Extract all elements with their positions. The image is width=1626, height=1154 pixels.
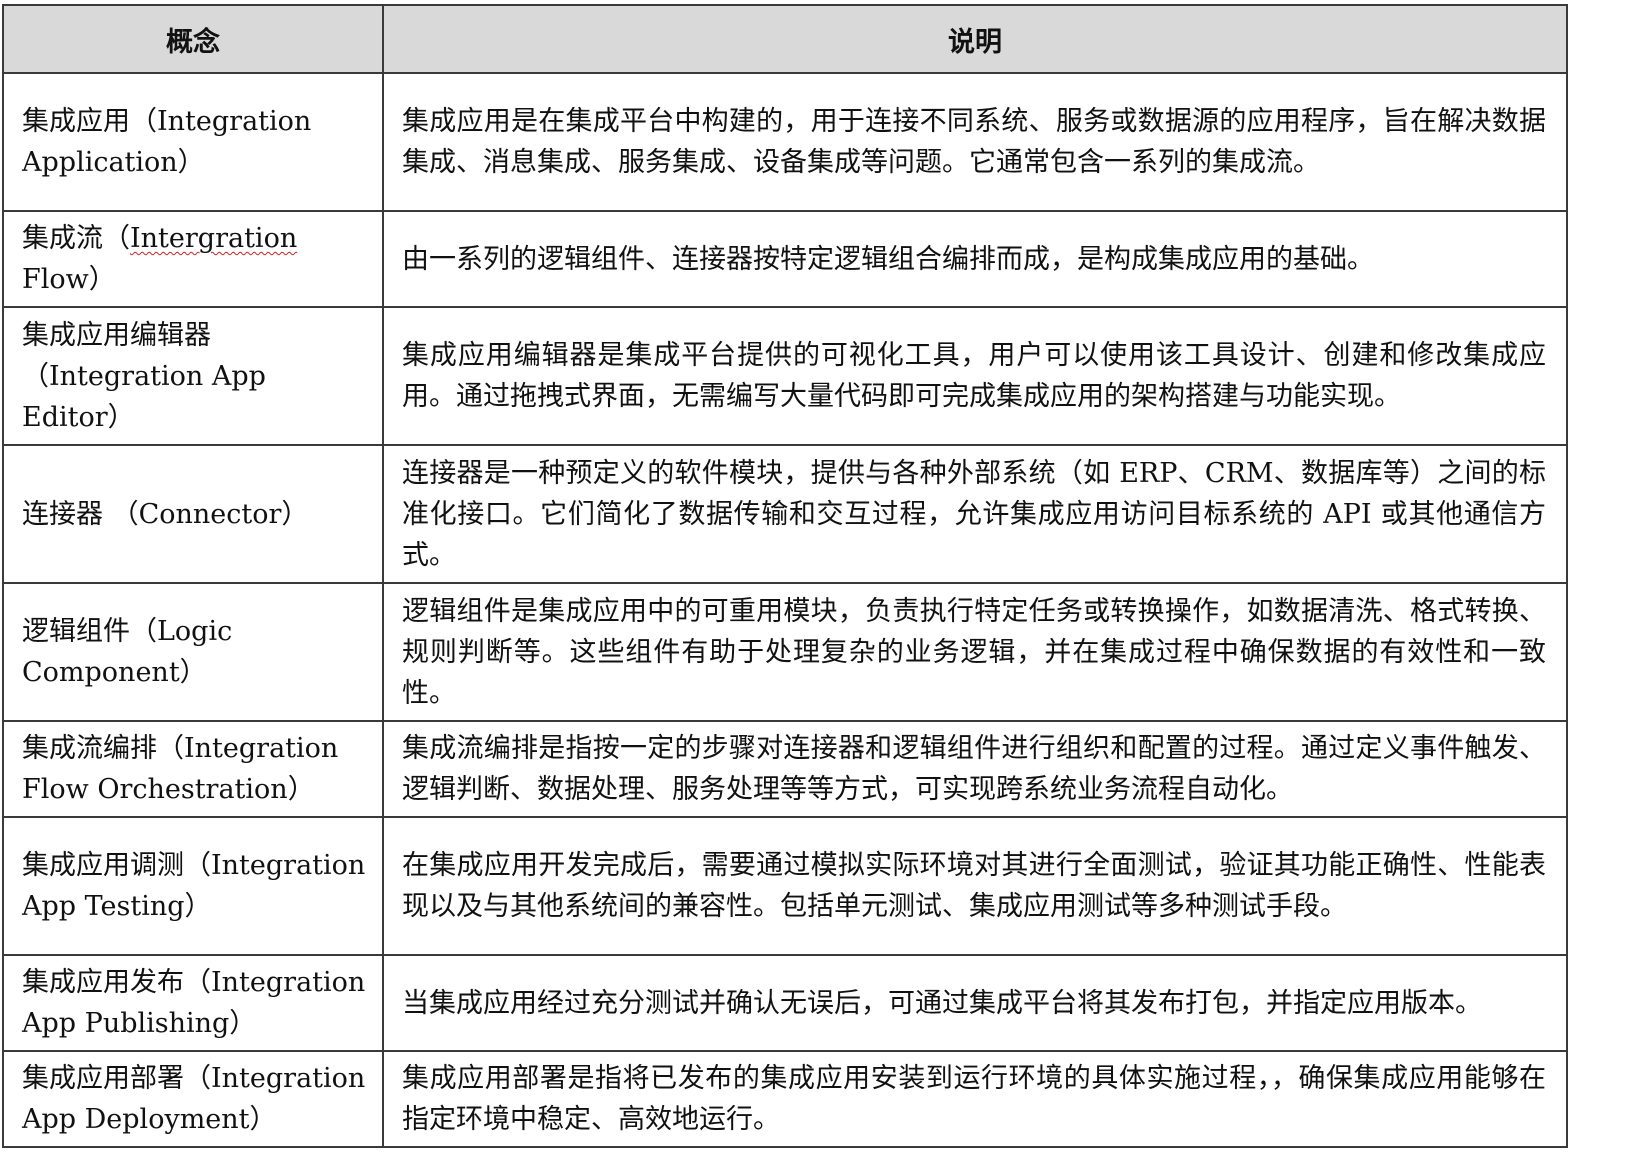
table-row: 集成流（Intergration Flow） 由一系列的逻辑组件、连接器按特定逻… bbox=[2, 210, 1568, 308]
description-cell: 集成应用编辑器是集成平台提供的可视化工具，用户可以使用该工具设计、创建和修改集成… bbox=[382, 306, 1568, 446]
description-cell: 集成应用是在集成平台中构建的，用于连接不同系统、服务或数据源的应用程序，旨在解决… bbox=[382, 72, 1568, 212]
term-cell: 连接器 （Connector） bbox=[2, 444, 384, 584]
concept-table: 概念 说明 集成应用（Integration Application） 集成应用… bbox=[2, 4, 1568, 1148]
table-row: 逻辑组件（Logic Component） 逻辑组件是集成应用中的可重用模块，负… bbox=[2, 582, 1568, 722]
header-description: 说明 bbox=[382, 4, 1568, 74]
document-page: 概念 说明 集成应用（Integration Application） 集成应用… bbox=[2, 4, 1568, 1148]
term-cell: 集成应用编辑器（Integration App Editor） bbox=[2, 306, 384, 446]
term-cell: 集成流（Intergration Flow） bbox=[2, 210, 384, 308]
table-row: 连接器 （Connector） 连接器是一种预定义的软件模块，提供与各种外部系统… bbox=[2, 444, 1568, 584]
term-cell: 逻辑组件（Logic Component） bbox=[2, 582, 384, 722]
term-prefix: 集成流（ bbox=[22, 223, 130, 254]
table-header-row: 概念 说明 bbox=[2, 4, 1568, 74]
description-cell: 集成应用部署是指将已发布的集成应用安装到运行环境的具体实施过程，，确保集成应用能… bbox=[382, 1050, 1568, 1148]
description-cell: 连接器是一种预定义的软件模块，提供与各种外部系统（如 ERP、CRM、数据库等）… bbox=[382, 444, 1568, 584]
table-row: 集成流编排（Integration Flow Orchestration） 集成… bbox=[2, 720, 1568, 818]
header-concept: 概念 bbox=[2, 4, 384, 74]
term-cell: 集成应用调测（Integration App Testing） bbox=[2, 816, 384, 956]
term-cell: 集成应用发布（Integration App Publishing） bbox=[2, 954, 384, 1052]
table-row: 集成应用编辑器（Integration App Editor） 集成应用编辑器是… bbox=[2, 306, 1568, 446]
description-cell: 当集成应用经过充分测试并确认无误后，可通过集成平台将其发布打包，并指定应用版本。 bbox=[382, 954, 1568, 1052]
description-cell: 由一系列的逻辑组件、连接器按特定逻辑组合编排而成，是构成集成应用的基础。 bbox=[382, 210, 1568, 308]
description-cell: 在集成应用开发完成后，需要通过模拟实际环境对其进行全面测试，验证其功能正确性、性… bbox=[382, 816, 1568, 956]
term-cell: 集成应用部署（Integration App Deployment） bbox=[2, 1050, 384, 1148]
table-row: 集成应用（Integration Application） 集成应用是在集成平台… bbox=[2, 72, 1568, 212]
term-cell: 集成流编排（Integration Flow Orchestration） bbox=[2, 720, 384, 818]
table-row: 集成应用调测（Integration App Testing） 在集成应用开发完… bbox=[2, 816, 1568, 956]
description-cell: 集成流编排是指按一定的步骤对连接器和逻辑组件进行组织和配置的过程。通过定义事件触… bbox=[382, 720, 1568, 818]
term-suffix: Flow） bbox=[22, 264, 116, 295]
description-cell: 逻辑组件是集成应用中的可重用模块，负责执行特定任务或转换操作，如数据清洗、格式转… bbox=[382, 582, 1568, 722]
spellcheck-flagged-word: Intergration bbox=[130, 223, 298, 254]
term-cell: 集成应用（Integration Application） bbox=[2, 72, 384, 212]
table-row: 集成应用发布（Integration App Publishing） 当集成应用… bbox=[2, 954, 1568, 1052]
table-row: 集成应用部署（Integration App Deployment） 集成应用部… bbox=[2, 1050, 1568, 1148]
